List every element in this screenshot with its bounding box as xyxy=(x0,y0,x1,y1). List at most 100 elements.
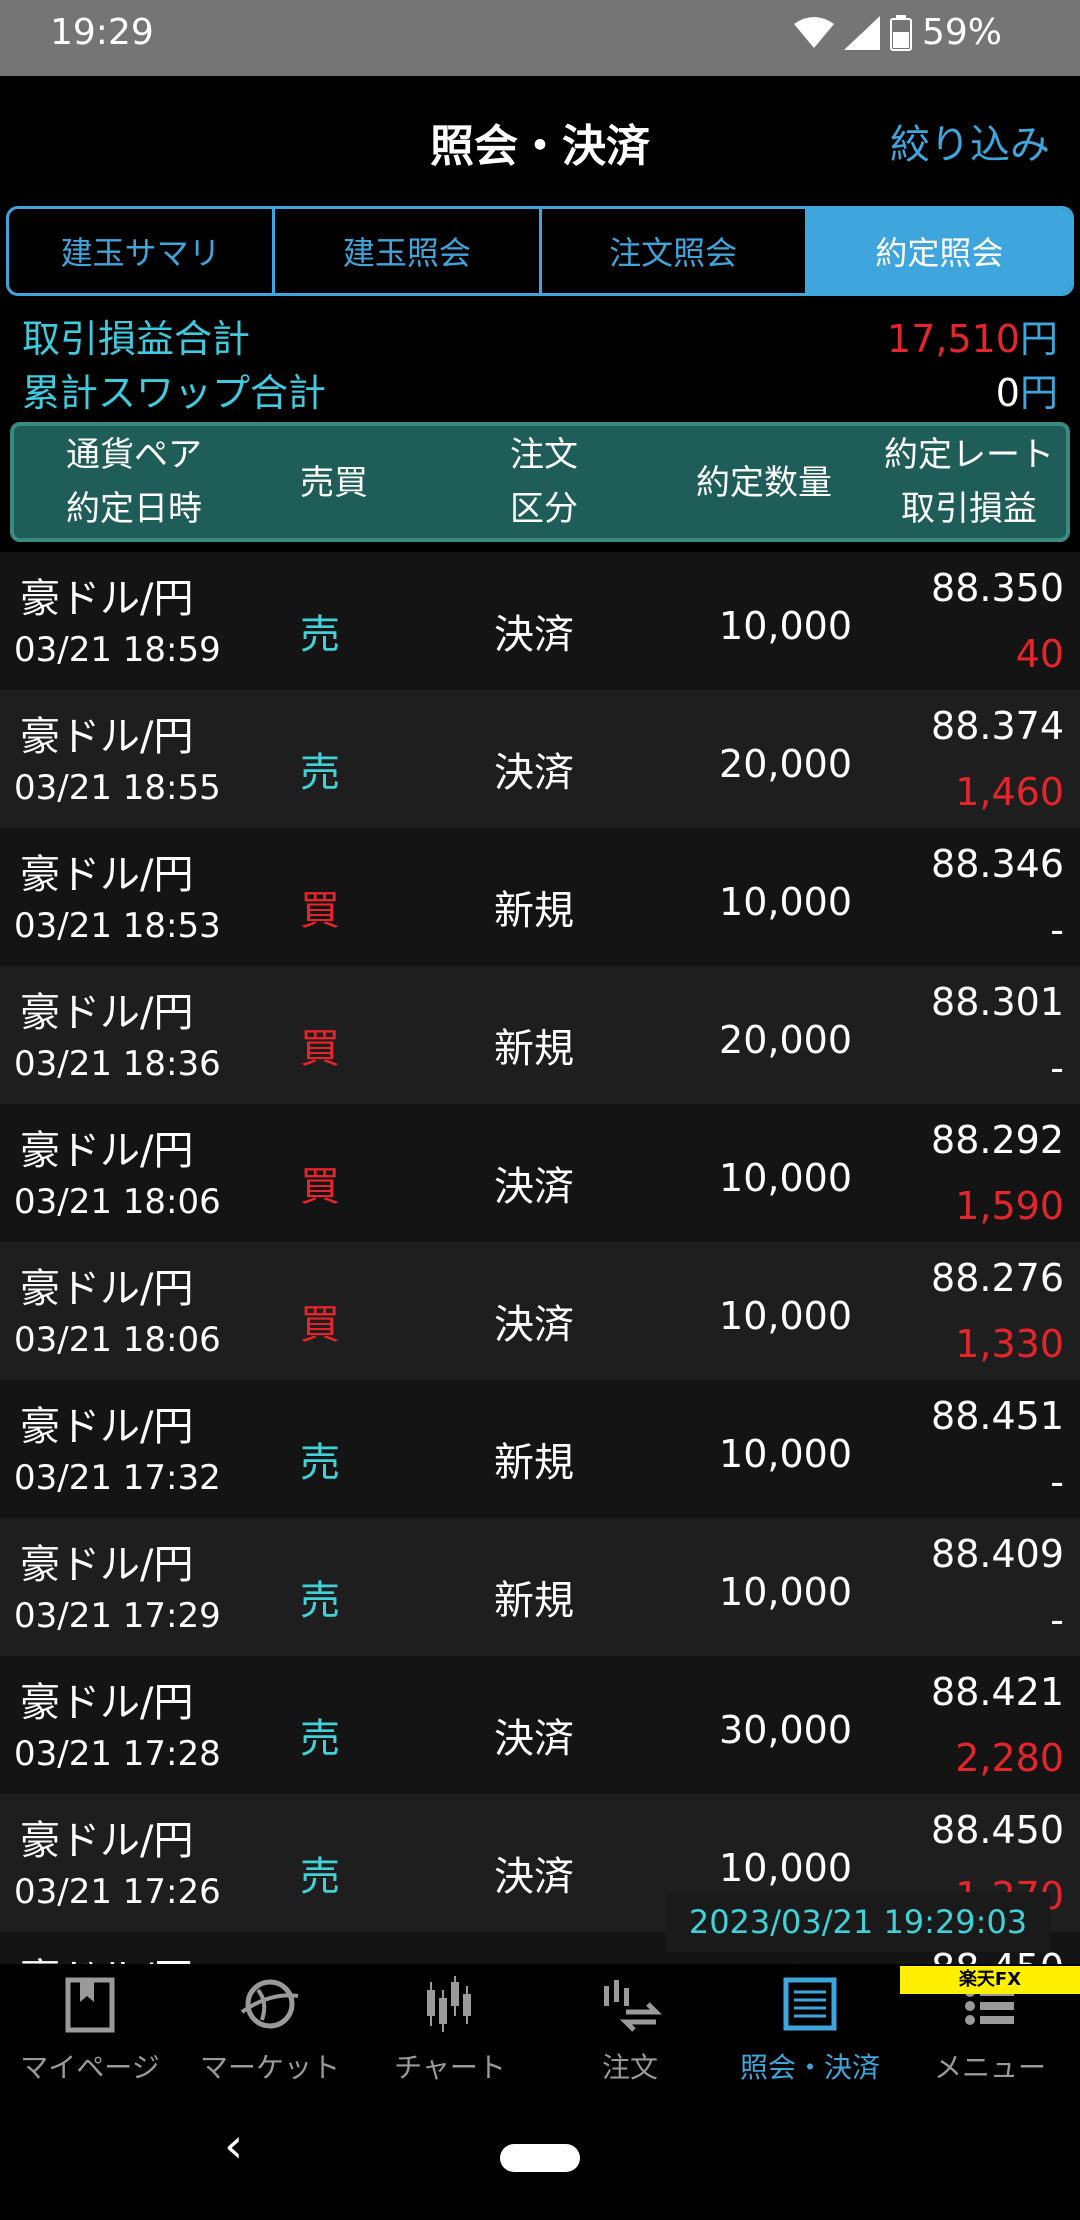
row-qty: 10,000 xyxy=(719,1432,852,1476)
row-pl: - xyxy=(1050,908,1064,952)
tab-bar: 建玉サマリ 建玉照会 注文照会 約定照会 xyxy=(6,206,1074,296)
row-pair: 豪ドル/円 xyxy=(20,1266,194,1312)
row-qty: 30,000 xyxy=(719,1708,852,1752)
table-row[interactable]: 豪ドル/円 03/21 17:29 売 新規 10,000 88.409 - xyxy=(0,1518,1080,1656)
pl-total-value: 17,510円 xyxy=(887,308,1058,363)
table-row[interactable]: 豪ドル/円 03/21 18:36 買 新規 20,000 88.301 - xyxy=(0,966,1080,1104)
nav-label: マーケット xyxy=(199,2051,340,2084)
row-rate: 88.450 xyxy=(931,1808,1064,1852)
home-pill[interactable] xyxy=(500,2144,580,2172)
pl-total-number: 17,510 xyxy=(887,317,1020,361)
row-pl: 40 xyxy=(1015,632,1064,676)
table-row[interactable]: 豪ドル/円 03/21 18:59 売 決済 10,000 88.350 40 xyxy=(0,552,1080,690)
row-pl: 1,590 xyxy=(955,1184,1064,1228)
nav-label: チャート xyxy=(394,2051,506,2084)
nav-label: 注文 xyxy=(601,2051,658,2084)
col-rate: 約定レート xyxy=(884,435,1054,475)
row-date: 03/21 18:55 xyxy=(14,768,221,808)
row-qty: 20,000 xyxy=(719,1018,852,1062)
row-pl: 1,330 xyxy=(955,1322,1064,1366)
row-rate: 88.374 xyxy=(931,704,1064,748)
col-pl: 取引損益 xyxy=(901,489,1037,529)
row-kind: 決済 xyxy=(494,1854,574,1900)
execution-list: 豪ドル/円 03/21 18:59 売 決済 10,000 88.350 40 … xyxy=(0,552,1080,1964)
row-side: 買 xyxy=(300,1026,340,1072)
swap-total-unit: 円 xyxy=(1019,371,1058,415)
wifi-icon xyxy=(793,16,834,48)
pl-total-row: 取引損益合計 17,510円 xyxy=(22,308,1058,363)
row-rate: 88.451 xyxy=(931,1394,1064,1438)
nav-chart[interactable]: チャート xyxy=(360,1964,540,2088)
row-rate: 88.409 xyxy=(931,1532,1064,1576)
row-pair: 豪ドル/円 xyxy=(20,1542,194,1588)
row-side: 売 xyxy=(300,1854,340,1900)
bookmark-icon xyxy=(65,1977,115,2033)
row-kind: 決済 xyxy=(494,1302,574,1348)
row-qty: 10,000 xyxy=(719,880,852,924)
table-row[interactable]: 豪ドル/円 03/21 17:28 売 決済 30,000 88.421 2,2… xyxy=(0,1656,1080,1794)
tab-execution-inquiry[interactable]: 約定照会 xyxy=(807,209,1071,293)
table-row[interactable]: 豪ドル/円 03/21 17:32 売 新規 10,000 88.451 - xyxy=(0,1380,1080,1518)
row-date: 03/21 17:32 xyxy=(14,1458,221,1498)
nav-label: マイページ xyxy=(20,2051,160,2084)
table-header: 通貨ペア 約定日時 売買 注文 区分 約定数量 約定レート 取引損益 xyxy=(10,422,1070,542)
row-qty: 10,000 xyxy=(719,604,852,648)
row-side: 売 xyxy=(300,750,340,796)
row-kind: 新規 xyxy=(494,1026,574,1072)
row-date: 03/21 18:36 xyxy=(14,1044,221,1084)
battery-percent: 59% xyxy=(921,12,1002,53)
row-date: 03/21 18:06 xyxy=(14,1182,221,1222)
status-time: 19:29 xyxy=(50,12,154,53)
tab-position-summary[interactable]: 建玉サマリ xyxy=(9,209,276,293)
nav-market[interactable]: マーケット xyxy=(180,1964,360,2088)
swap-total-value: 0円 xyxy=(996,362,1058,417)
row-pl: - xyxy=(1050,1598,1064,1642)
col-datetime: 約定日時 xyxy=(66,489,202,529)
row-rate: 88.421 xyxy=(931,1670,1064,1714)
row-qty: 10,000 xyxy=(719,1846,852,1890)
order-icon xyxy=(604,1980,662,2032)
col-order-type-1: 注文 xyxy=(510,435,578,475)
table-row[interactable]: 豪ドル/円 03/21 18:53 買 新規 10,000 88.346 - xyxy=(0,828,1080,966)
tab-order-inquiry[interactable]: 注文照会 xyxy=(542,209,808,293)
filter-button[interactable]: 絞り込み xyxy=(890,112,1050,170)
row-date: 03/21 18:53 xyxy=(14,906,221,946)
col-quantity: 約定数量 xyxy=(696,463,832,503)
pl-total-label: 取引損益合計 xyxy=(22,317,251,361)
row-qty: 10,000 xyxy=(719,1570,852,1614)
nav-order[interactable]: 注文 xyxy=(540,1964,720,2088)
row-pair: 豪ドル/円 xyxy=(20,1680,194,1726)
row-rate: 88.292 xyxy=(931,1118,1064,1162)
system-navigation: ‹ xyxy=(0,2088,1080,2220)
row-pl: - xyxy=(1050,1046,1064,1090)
row-rate: 88.276 xyxy=(931,1256,1064,1300)
nav-mypage[interactable]: マイページ xyxy=(0,1964,180,2088)
table-row[interactable]: 豪ドル/円 03/21 18:06 買 決済 10,000 88.276 1,3… xyxy=(0,1242,1080,1380)
nav-inquiry-settlement[interactable]: 照会・決済 xyxy=(720,1964,900,2088)
row-pair: 豪ドル/円 xyxy=(20,1818,194,1864)
row-kind: 決済 xyxy=(494,612,574,658)
row-kind: 新規 xyxy=(494,1440,574,1486)
row-side: 売 xyxy=(300,1440,340,1486)
row-date: 03/21 18:06 xyxy=(14,1320,221,1360)
row-pl: 1,460 xyxy=(955,770,1064,814)
table-row[interactable]: 豪ドル/円 03/21 18:55 売 決済 20,000 88.374 1,4… xyxy=(0,690,1080,828)
back-icon[interactable]: ‹ xyxy=(224,2118,243,2174)
swap-total-row: 累計スワップ合計 0円 xyxy=(22,362,1058,417)
tab-position-inquiry[interactable]: 建玉照会 xyxy=(275,209,542,293)
candlestick-icon xyxy=(427,1976,471,2032)
row-qty: 10,000 xyxy=(719,1294,852,1338)
row-pl: - xyxy=(1050,1460,1064,1504)
row-side: 売 xyxy=(300,1716,340,1762)
table-row[interactable]: 豪ドル/円 03/21 18:06 買 決済 10,000 88.292 1,5… xyxy=(0,1104,1080,1242)
row-side: 買 xyxy=(300,888,340,934)
row-side: 買 xyxy=(300,1164,340,1210)
row-side: 買 xyxy=(300,1302,340,1348)
row-kind: 決済 xyxy=(494,1716,574,1762)
row-kind: 新規 xyxy=(494,888,574,934)
row-date: 03/21 17:29 xyxy=(14,1596,221,1636)
col-order-type-2: 区分 xyxy=(510,489,578,529)
brand-tag: 楽天FX xyxy=(900,1966,1080,1994)
status-icons: 59% xyxy=(793,12,1002,53)
row-kind: 決済 xyxy=(494,1164,574,1210)
